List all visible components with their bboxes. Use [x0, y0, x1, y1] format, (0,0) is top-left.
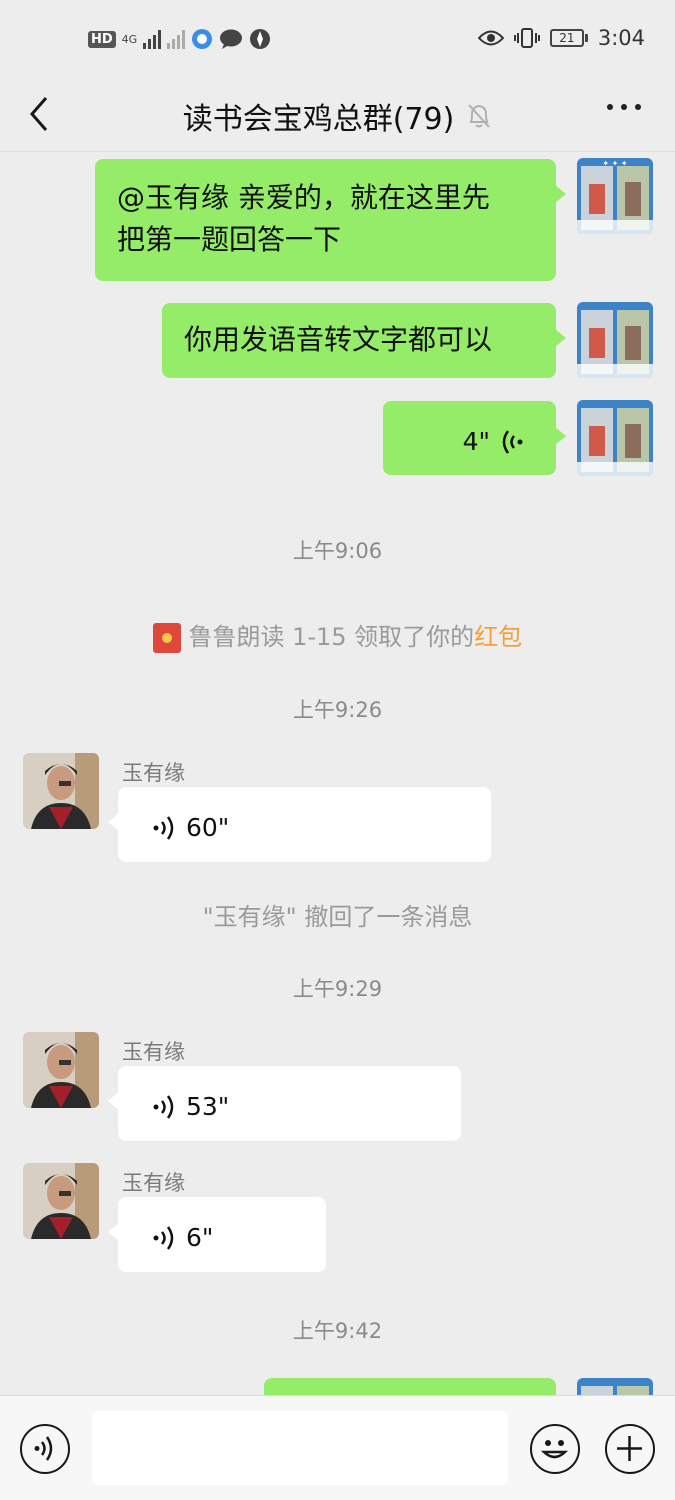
hd-badge: HD: [88, 30, 116, 48]
chat-bubble-icon: [220, 29, 243, 49]
status-right-icons: 21 3:04: [477, 26, 645, 50]
my-text-message[interactable]: [264, 1378, 556, 1395]
sender-avatar[interactable]: [23, 753, 99, 829]
redpacket-notice-text: 鲁鲁朗读 1-15 领取了你的: [188, 623, 475, 651]
timestamp: 上午9:06: [292, 539, 383, 563]
message-text-line: @玉有缘 亲爱的，就在这里先: [117, 181, 490, 214]
network-type: 4G: [121, 32, 138, 46]
voice-duration: 53": [186, 1092, 230, 1121]
timestamp: 上午9:29: [292, 977, 383, 1001]
status-bar: HD 4G 21 3:04: [0, 0, 675, 80]
my-avatar[interactable]: [577, 1378, 653, 1395]
clock: 3:04: [597, 26, 645, 50]
sender-avatar[interactable]: [23, 1032, 99, 1108]
voice-input-icon: [34, 1436, 53, 1461]
my-voice-message[interactable]: 4": [383, 401, 566, 475]
redpacket-notice: 鲁鲁朗读 1-15 领取了你的红包: [0, 617, 675, 653]
voice-wave-icon: [502, 430, 523, 454]
sender-name: 玉有缘: [122, 1171, 185, 1195]
sender-avatar[interactable]: [23, 1163, 99, 1239]
chat-header: 读书会宝鸡总群(79): [0, 80, 675, 152]
sender-name: 玉有缘: [122, 1040, 185, 1064]
eye-icon: [477, 30, 504, 46]
my-avatar[interactable]: [577, 302, 653, 378]
emoji-button[interactable]: [530, 1424, 580, 1474]
voice-duration: 4": [462, 427, 490, 456]
message-input[interactable]: [92, 1411, 508, 1485]
voice-wave-icon: [153, 1095, 174, 1119]
plus-icon: [617, 1436, 642, 1461]
chat-list[interactable]: @玉有缘 亲爱的，就在这里先 把第一题回答一下 ✦ ✦ ✦ 你用发语音转文字都可…: [0, 153, 675, 1395]
compass-icon: [250, 29, 271, 49]
svg-text:✦ ✦ ✦: ✦ ✦ ✦: [602, 159, 627, 168]
input-bar: [0, 1395, 675, 1500]
red-packet-icon: [152, 623, 181, 653]
my-avatar[interactable]: ✦ ✦ ✦: [577, 158, 653, 234]
emoji-icon: [540, 1440, 569, 1459]
my-text-message[interactable]: @玉有缘 亲爱的，就在这里先 把第一题回答一下: [95, 159, 566, 281]
app-icon: [192, 29, 213, 49]
voice-message[interactable]: 53": [108, 1066, 461, 1141]
battery-level: 21: [549, 29, 584, 47]
voice-input-button[interactable]: [20, 1424, 70, 1474]
vibrate-icon: [513, 28, 540, 48]
voice-duration: 6": [186, 1223, 214, 1252]
status-left-icons: HD 4G: [88, 28, 271, 50]
my-text-message[interactable]: 你用发语音转文字都可以: [162, 303, 566, 378]
more-button[interactable]: [607, 104, 641, 110]
bell-off-icon: [468, 104, 491, 128]
voice-message[interactable]: 60": [108, 787, 491, 862]
voice-duration: 60": [186, 813, 230, 842]
message-text-line: 把第一题回答一下: [117, 223, 342, 256]
my-avatar[interactable]: [577, 400, 653, 476]
timestamp: 上午9:42: [292, 1319, 383, 1343]
signal-icon: [143, 29, 162, 49]
timestamp: 上午9:26: [292, 698, 383, 722]
sender-name: 玉有缘: [122, 761, 185, 785]
more-dots-icon: [607, 104, 613, 110]
signal-off-icon: [167, 29, 186, 49]
redpacket-link[interactable]: 红包: [474, 623, 522, 651]
plus-button[interactable]: [605, 1424, 655, 1474]
message-text: 你用发语音转文字都可以: [184, 323, 493, 356]
voice-wave-icon: [153, 1226, 174, 1250]
recall-notice: "玉有缘" 撤回了一条消息: [202, 903, 473, 931]
voice-message[interactable]: 6": [108, 1197, 326, 1272]
battery-icon: 21: [549, 29, 588, 47]
chat-title[interactable]: 读书会宝鸡总群(79): [183, 94, 455, 138]
voice-wave-icon: [153, 816, 174, 840]
